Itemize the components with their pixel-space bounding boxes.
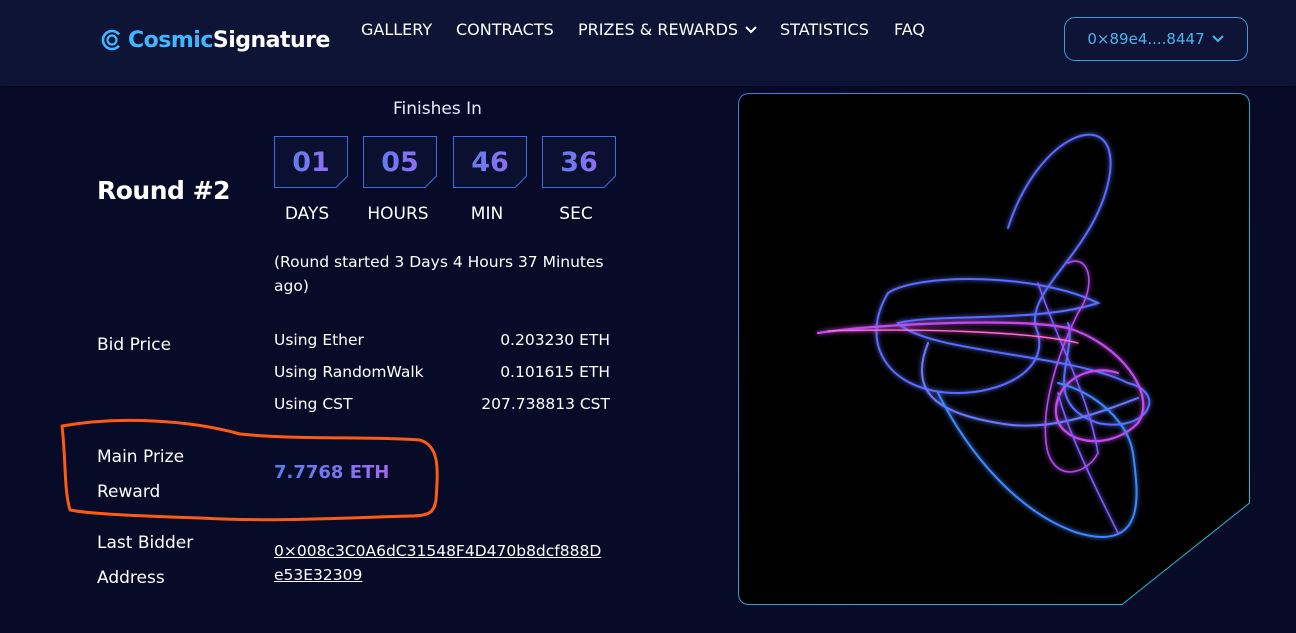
- countdown-days-value: 01: [274, 136, 348, 188]
- bid-price-row: Using Ether 0.203230 ETH: [274, 331, 610, 349]
- bid-value: 207.738813 CST: [481, 395, 610, 413]
- main-prize-label-line1: Main Prize: [97, 447, 185, 467]
- bid-method: Using RandomWalk: [274, 363, 424, 381]
- countdown-sec-unit: SEC: [559, 204, 593, 224]
- countdown-hours-value: 05: [363, 136, 437, 188]
- countdown-days-unit: DAYS: [284, 204, 330, 224]
- logo-text-part2: Signature: [212, 27, 331, 53]
- nft-artwork-preview[interactable]: [738, 93, 1250, 605]
- bid-method: Using CST: [274, 395, 353, 413]
- main-prize-label-line2: Reward: [97, 482, 161, 502]
- bid-price-row: Using RandomWalk 0.101615 ETH: [274, 363, 610, 381]
- main-prize-value: 7.7768 ETH: [274, 462, 390, 483]
- last-bidder-label-line2: Address: [97, 568, 165, 588]
- nav-faq[interactable]: FAQ: [894, 20, 925, 39]
- chevron-down-icon: [1211, 35, 1224, 43]
- chevron-down-icon: [745, 26, 757, 34]
- countdown-sec-value: 36: [542, 136, 616, 188]
- top-navbar: CosmicSignature GALLERY CONTRACTS PRIZES…: [0, 0, 1296, 86]
- last-bidder-address-link[interactable]: 0×008c3C0A6dC31548F4D470b8dcf888De53E323…: [274, 539, 609, 587]
- wallet-button[interactable]: 0×89e4....8447: [1064, 17, 1248, 61]
- bid-method: Using Ether: [274, 331, 364, 349]
- last-bidder-label-line1: Last Bidder: [97, 533, 194, 553]
- countdown-hours-unit: HOURS: [367, 204, 429, 224]
- nav-prizes-rewards-label: PRIZES & REWARDS: [578, 19, 739, 39]
- countdown-sec-box: 36: [542, 136, 616, 188]
- nav-prizes-rewards[interactable]: PRIZES & REWARDS: [578, 20, 758, 39]
- bid-value: 0.101615 ETH: [500, 363, 610, 381]
- logo-text-part1: Cosmic: [128, 27, 213, 53]
- round-started-text: (Round started 3 Days 4 Hours 37 Minutes…: [274, 253, 604, 295]
- countdown-min-unit: MIN: [470, 204, 504, 224]
- bid-value: 0.203230 ETH: [500, 331, 610, 349]
- bid-price-row: Using CST 207.738813 CST: [274, 395, 610, 413]
- nav-contracts[interactable]: CONTRACTS: [456, 20, 554, 39]
- finishes-in-label: Finishes In: [393, 99, 482, 119]
- wallet-address: 0×89e4....8447: [1087, 30, 1205, 48]
- countdown-days-box: 01: [274, 136, 348, 188]
- logo-icon: [101, 29, 123, 51]
- countdown-min-box: 46: [453, 136, 527, 188]
- countdown-hours-box: 05: [363, 136, 437, 188]
- bid-price-label: Bid Price: [97, 335, 172, 355]
- logo-text: CosmicSignature: [128, 28, 330, 53]
- countdown-min-value: 46: [453, 136, 527, 188]
- nav-statistics[interactable]: STATISTICS: [780, 20, 869, 39]
- round-title: Round #2: [97, 176, 230, 205]
- nav-gallery[interactable]: GALLERY: [361, 20, 432, 39]
- logo[interactable]: CosmicSignature: [101, 24, 330, 56]
